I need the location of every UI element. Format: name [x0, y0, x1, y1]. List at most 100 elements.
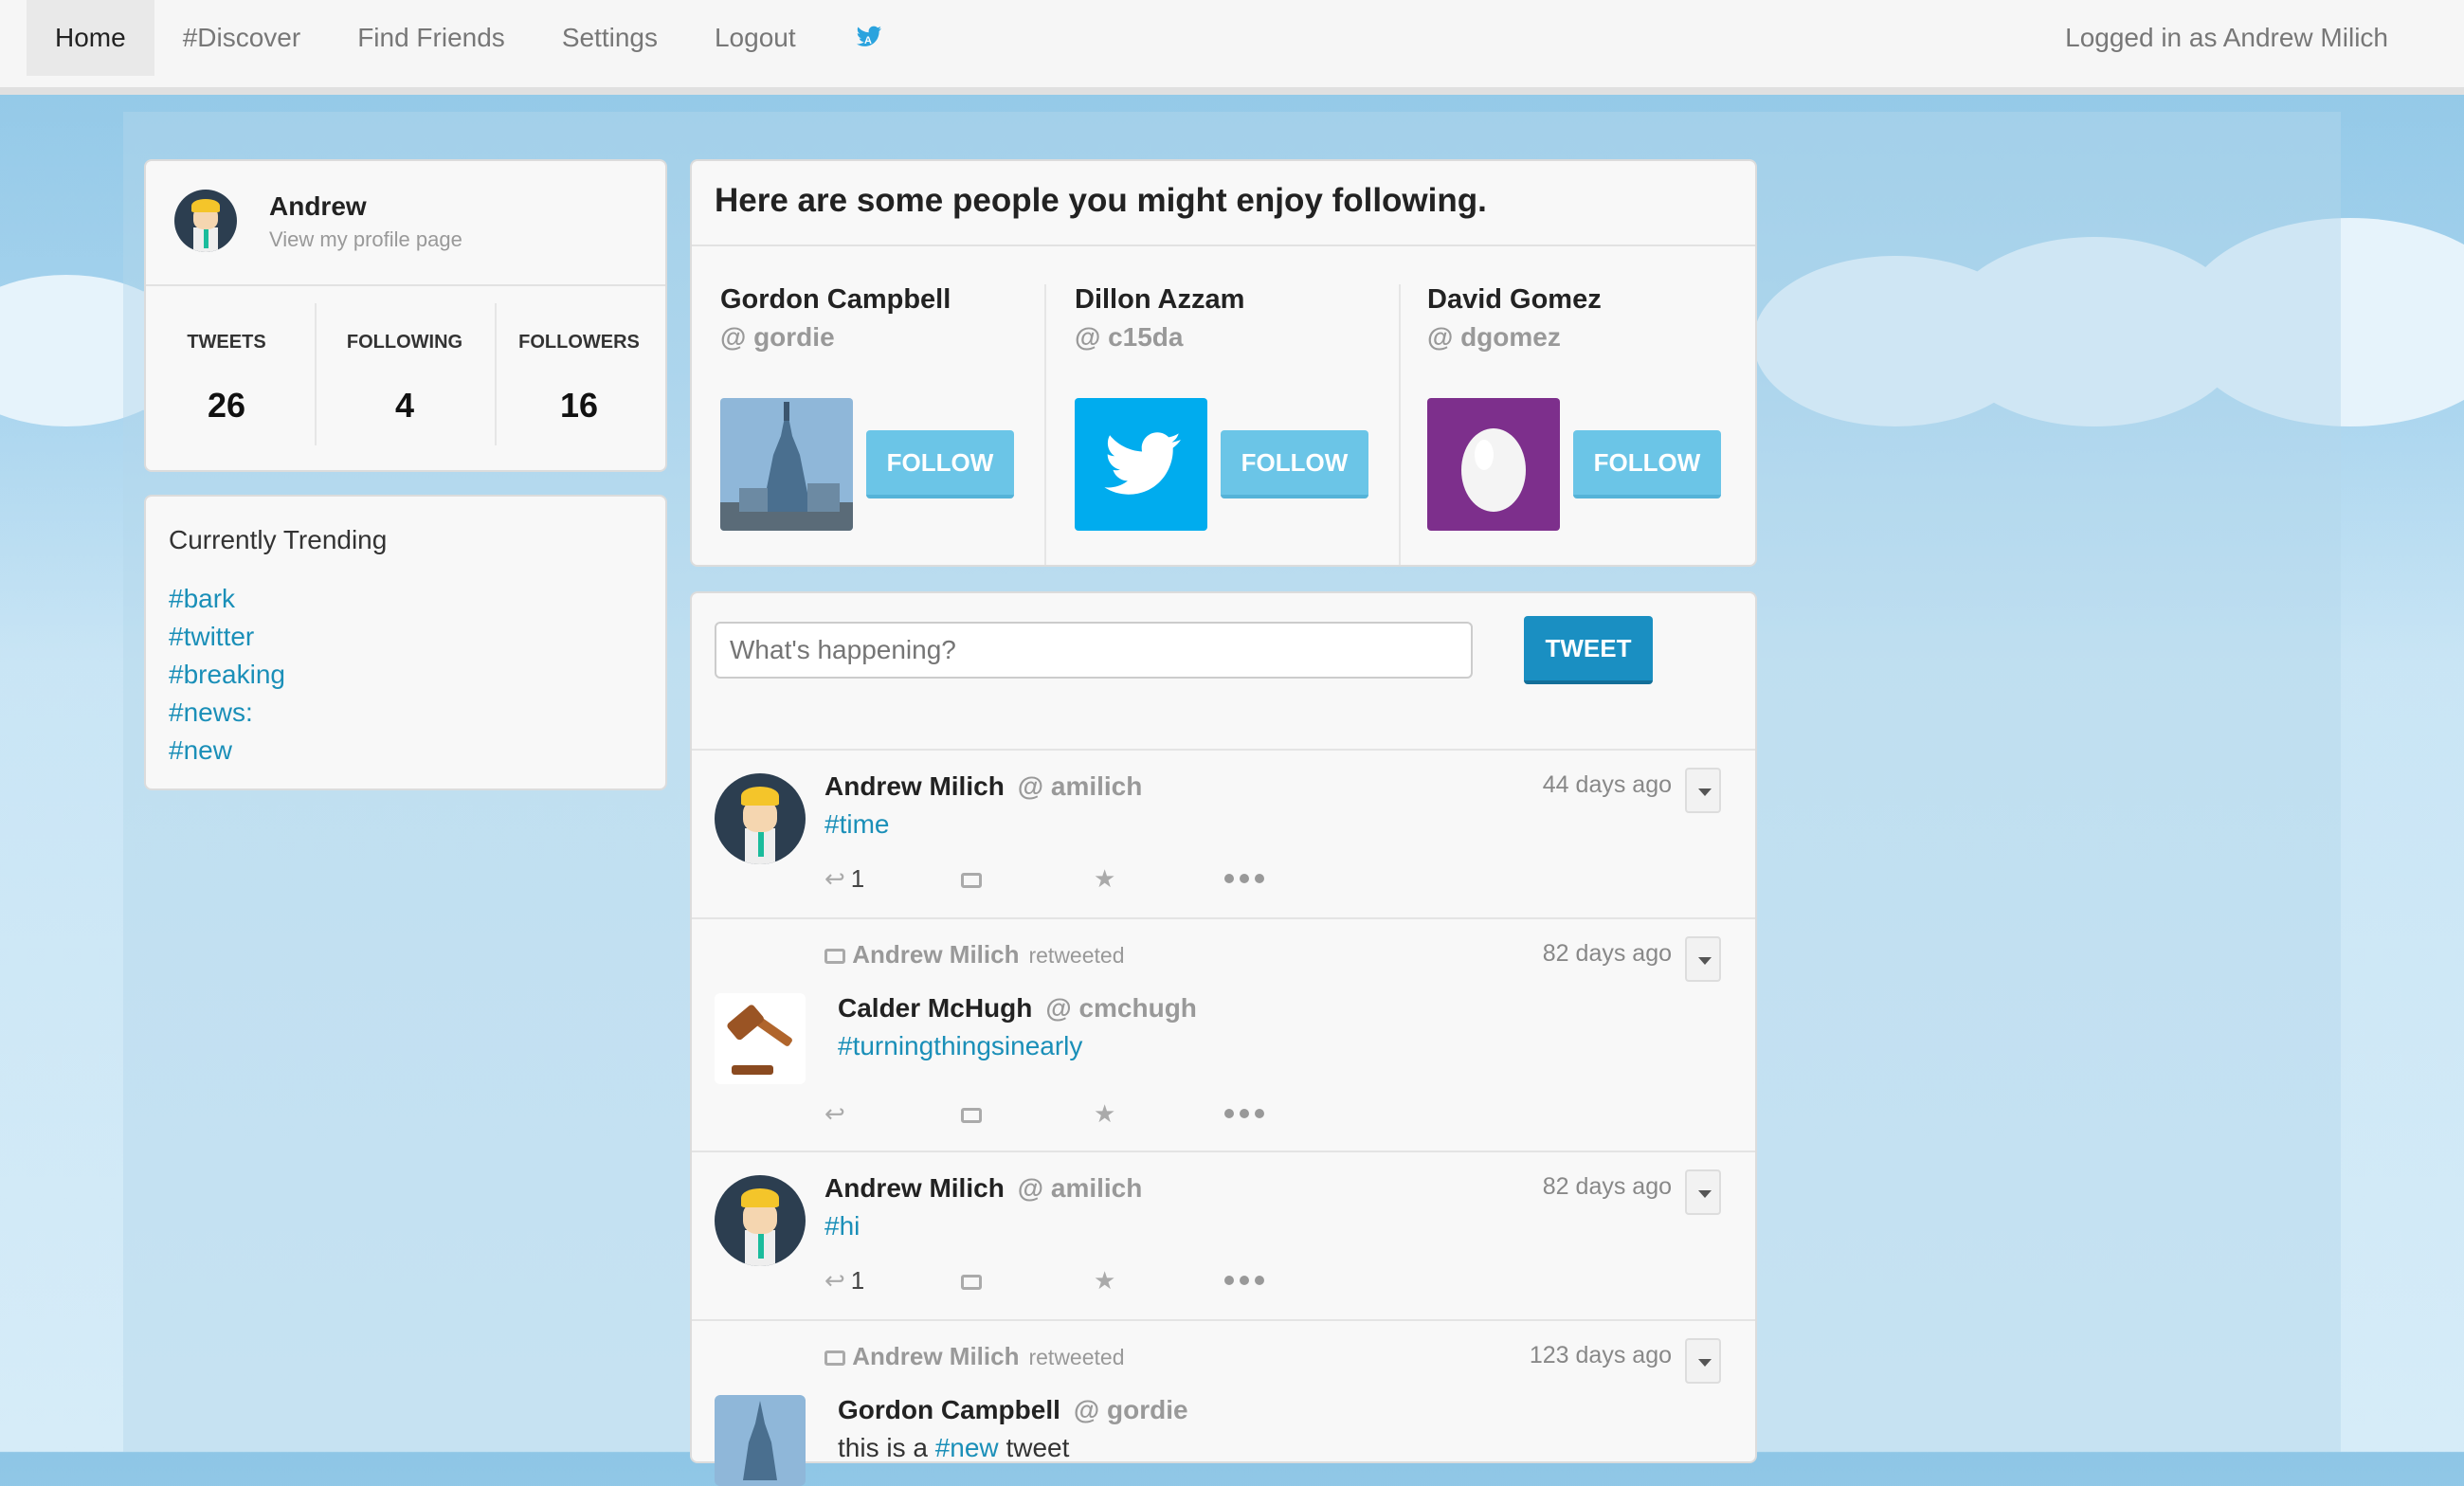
reply-icon[interactable]: ↩ [824, 1099, 845, 1129]
trending-tag[interactable]: #breaking [169, 656, 285, 694]
tweet-text: #hi [824, 1211, 860, 1241]
hashtag-link[interactable]: #time [824, 809, 889, 839]
reply-count: 1 [850, 864, 865, 893]
suggestion-name[interactable]: Dillon Azzam [1075, 284, 1244, 316]
logged-in-status: Logged in as Andrew Milich [2065, 23, 2388, 52]
suggestion-handle: @ c15da [1075, 322, 1184, 352]
tweet-text: #turningthingsinearly [838, 1031, 1082, 1061]
retweet-icon[interactable] [961, 1266, 982, 1296]
reply-icon[interactable]: ↩ 1 [824, 1266, 864, 1296]
stat-label: FOLLOWERS [518, 332, 640, 353]
retweeter-name[interactable]: Andrew Milich [852, 940, 1019, 969]
retweet-icon[interactable] [961, 1099, 982, 1129]
tweet-menu-button[interactable] [1685, 768, 1721, 813]
suggestion-item: David Gomez @ dgomez FOLLOW [1399, 246, 1751, 567]
nav-logout[interactable]: Logout [686, 0, 824, 76]
suggestions-card: Here are some people you might enjoy fol… [690, 159, 1757, 567]
gavel-avatar[interactable] [715, 993, 806, 1084]
tweet-author[interactable]: Gordon Campbell @ gordie [838, 1395, 1188, 1425]
profile-page-link[interactable]: View my profile page [269, 227, 462, 252]
tweet-item: Andrew Milich retweeted Calder McHugh @ cm… [692, 917, 1755, 1152]
tweet-author[interactable]: Andrew Milich @ amilich [824, 771, 1142, 802]
trending-tag[interactable]: #new [169, 732, 285, 770]
profile-name[interactable]: Andrew [269, 191, 367, 222]
twitter-logo-avatar[interactable] [1075, 398, 1207, 531]
retweet-icon [824, 1350, 845, 1367]
tweet-item: Andrew Milich @ amilich #hi 82 days ago ↩… [692, 1151, 1755, 1321]
retweeter-name[interactable]: Andrew Milich [852, 1342, 1019, 1370]
tweet-text-suffix: tweet [1006, 1433, 1070, 1462]
tweet-author-name: Calder McHugh [838, 993, 1033, 1023]
more-options-icon[interactable] [1224, 874, 1266, 883]
stat-label: FOLLOWING [346, 332, 463, 353]
hashtag-link[interactable]: #hi [824, 1211, 860, 1241]
tweet-menu-button[interactable] [1685, 1338, 1721, 1384]
tweet-handle: @ gordie [1073, 1395, 1188, 1424]
avatar[interactable] [715, 1175, 806, 1266]
divider [146, 284, 665, 286]
twitter-bird-icon[interactable]: A [853, 21, 885, 53]
trending-tag[interactable]: #bark [169, 580, 285, 618]
avatar[interactable] [174, 190, 237, 252]
nav-home[interactable]: Home [27, 0, 154, 76]
profile-card: Andrew View my profile page TWEETS 26 FO… [144, 159, 667, 472]
divider [495, 303, 497, 445]
divider [315, 303, 317, 445]
tweet-timestamp: 82 days ago [1542, 940, 1672, 967]
suggestion-name[interactable]: David Gomez [1427, 284, 1602, 316]
tweet-menu-button[interactable] [1685, 1169, 1721, 1215]
tweet-author-name: Andrew Milich [824, 771, 1005, 801]
nav-settings[interactable]: Settings [534, 0, 686, 76]
nav-discover[interactable]: #Discover [154, 0, 329, 76]
tweet-author[interactable]: Calder McHugh @ cmchugh [838, 993, 1197, 1024]
building-avatar[interactable] [720, 398, 853, 531]
trending-title: Currently Trending [169, 525, 388, 554]
suggestion-item: Dillon Azzam @ c15da FOLLOW [1046, 246, 1399, 567]
hashtag-link[interactable]: #new [935, 1433, 999, 1462]
tweet-author-name: Andrew Milich [824, 1173, 1005, 1203]
favorite-icon[interactable]: ★ [1094, 1266, 1115, 1296]
tweet-timestamp: 82 days ago [1542, 1173, 1672, 1200]
suggestion-handle: @ dgomez [1427, 322, 1561, 352]
stat-value: 26 [207, 386, 246, 425]
tweet-text-prefix: this is a [838, 1433, 928, 1462]
tweet-timestamp: 44 days ago [1542, 771, 1672, 798]
tweet-author[interactable]: Andrew Milich @ amilich [824, 1173, 1142, 1204]
tweet-item: Andrew Milich @ amilich #time 44 days ago… [692, 749, 1755, 919]
suggestion-name[interactable]: Gordon Campbell [720, 284, 951, 316]
stat-following[interactable]: FOLLOWING 4 [324, 332, 485, 426]
follow-button[interactable]: FOLLOW [1573, 430, 1721, 498]
more-options-icon[interactable] [1224, 1109, 1266, 1118]
retweet-icon[interactable] [961, 864, 982, 894]
favorite-icon[interactable]: ★ [1094, 1099, 1115, 1129]
more-options-icon[interactable] [1224, 1276, 1266, 1285]
retweet-icon [824, 949, 845, 965]
retweet-indicator: Andrew Milich retweeted [824, 940, 1125, 970]
follow-button[interactable]: FOLLOW [866, 430, 1014, 498]
svg-text:A: A [864, 35, 872, 46]
tweet-actions: ↩ 1 ★ [824, 1266, 1298, 1295]
egg-avatar[interactable] [1427, 398, 1560, 531]
stat-value: 4 [394, 386, 415, 425]
trending-tag[interactable]: #twitter [169, 618, 285, 656]
trending-tag[interactable]: #news: [169, 694, 285, 732]
follow-button[interactable]: FOLLOW [1221, 430, 1368, 498]
favorite-icon[interactable]: ★ [1094, 864, 1115, 894]
tweet-text: #time [824, 809, 889, 840]
stat-value: 16 [559, 386, 599, 425]
reply-icon[interactable]: ↩ 1 [824, 864, 864, 894]
stat-tweets[interactable]: TWEETS 26 [146, 332, 307, 426]
stat-followers[interactable]: FOLLOWERS 16 [498, 332, 660, 426]
reply-count: 1 [850, 1266, 865, 1295]
suggestion-item: Gordon Campbell @ gordie FOLLOW [692, 246, 1044, 567]
tweet-button[interactable]: TWEET [1524, 616, 1653, 684]
feed-card: TWEET Andrew Milich @ amilich #time 44 da… [690, 591, 1757, 1486]
building-avatar[interactable] [715, 1395, 806, 1486]
top-navbar: Home #Discover Find Friends Settings Log… [0, 0, 2464, 95]
avatar[interactable] [715, 773, 806, 864]
tweet-timestamp: 123 days ago [1529, 1342, 1672, 1368]
nav-find-friends[interactable]: Find Friends [329, 0, 534, 76]
tweet-menu-button[interactable] [1685, 936, 1721, 982]
hashtag-link[interactable]: #turningthingsinearly [838, 1031, 1082, 1060]
compose-input[interactable] [715, 622, 1473, 679]
